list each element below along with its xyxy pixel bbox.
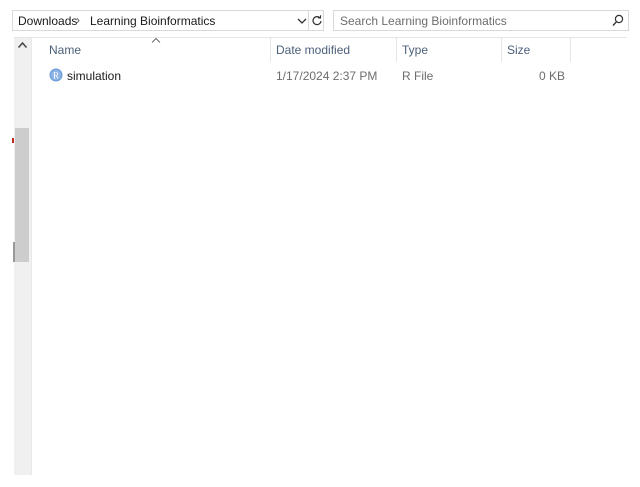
column-header-type[interactable]: Type (402, 43, 428, 57)
svg-text:R: R (53, 71, 59, 81)
column-header-date-modified[interactable]: Date modified (276, 43, 350, 57)
column-divider[interactable] (570, 38, 571, 62)
refresh-icon (312, 15, 322, 26)
scrollbar-thumb[interactable] (15, 128, 29, 262)
breadcrumb-item-downloads[interactable]: Downloads (18, 14, 77, 28)
file-type: R File (402, 69, 434, 83)
column-divider[interactable] (396, 38, 397, 62)
file-size: 0 KB (538, 69, 565, 83)
file-date-modified: 1/17/2024 2:37 PM (276, 69, 378, 83)
column-header-size[interactable]: Size (507, 43, 530, 57)
pane-edge-marker (12, 138, 14, 143)
scroll-up-icon[interactable] (17, 41, 28, 49)
search-input[interactable] (340, 13, 600, 28)
sort-ascending-icon (151, 37, 161, 43)
refresh-button[interactable] (308, 11, 324, 30)
chevron-down-icon[interactable] (296, 14, 308, 28)
toolbar-separator (14, 37, 627, 38)
column-divider[interactable] (270, 38, 271, 62)
breadcrumb-item-learning-bioinformatics[interactable]: Learning Bioinformatics (90, 14, 215, 28)
column-header-name[interactable]: Name (49, 43, 81, 57)
r-file-icon: R (49, 68, 63, 82)
file-name[interactable]: simulation (67, 69, 121, 83)
pane-edge-marker (13, 242, 15, 262)
pane-divider[interactable] (31, 38, 32, 475)
column-divider[interactable] (501, 38, 502, 62)
search-icon[interactable] (612, 14, 624, 27)
search-box[interactable] (333, 10, 629, 31)
breadcrumb-chevron-icon[interactable]: › (76, 13, 80, 27)
address-bar[interactable]: Downloads › Learning Bioinformatics (12, 10, 324, 31)
